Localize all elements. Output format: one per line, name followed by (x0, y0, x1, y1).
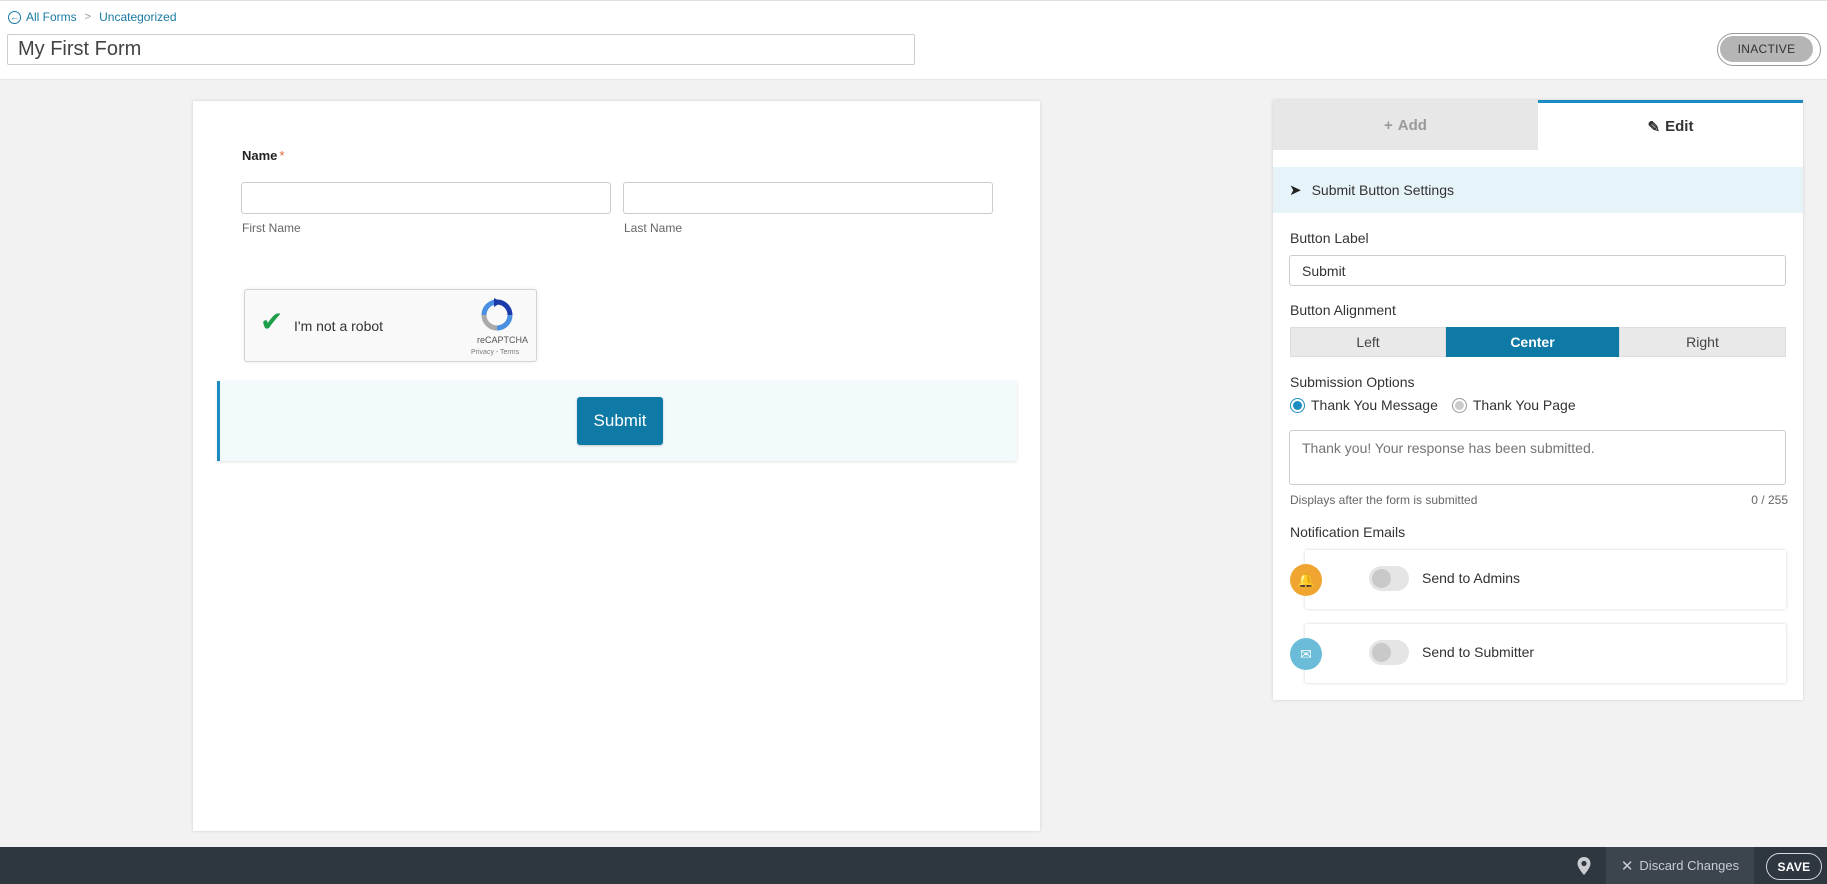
bell-icon: 🔔 (1290, 564, 1322, 596)
thank-you-message-textarea[interactable] (1289, 430, 1786, 485)
checkmark-icon[interactable]: ✔ (260, 308, 283, 336)
pencil-icon: ✎ (1647, 118, 1661, 136)
button-label-input[interactable] (1289, 255, 1786, 286)
tab-edit-label: Edit (1665, 118, 1694, 135)
form-canvas: Name * First Name Last Name ✔ I'm not a r… (193, 101, 1040, 831)
submission-options-title: Submission Options (1290, 374, 1415, 390)
header: ← All Forms > Uncategorized INACTIVE (0, 0, 1827, 80)
notify-submitter-label: Send to Submitter (1422, 644, 1535, 660)
save-button[interactable]: SAVE (1766, 853, 1822, 880)
envelope-icon: ✉ (1290, 638, 1322, 670)
align-right-button[interactable]: Right (1619, 327, 1786, 357)
notify-submitter-card: Send to Submitter (1305, 624, 1786, 683)
discard-changes-button[interactable]: ✕ Discard Changes (1606, 847, 1754, 884)
last-name-input[interactable] (623, 182, 993, 214)
recaptcha-brand: reCAPTCHA (477, 335, 529, 345)
recaptcha-logo-icon (481, 298, 513, 331)
align-left-button[interactable]: Left (1290, 327, 1446, 357)
button-alignment-title: Button Alignment (1290, 302, 1396, 318)
message-hint: Displays after the form is submitted (1290, 493, 1478, 507)
settings-panel: + Add ✎ Edit ➤ Submit Button Settings Bu… (1273, 100, 1803, 700)
status-toggle[interactable]: INACTIVE (1717, 33, 1821, 66)
radio-thank-you-message[interactable] (1290, 397, 1305, 413)
first-name-input[interactable] (241, 182, 611, 214)
submit-button-row[interactable]: Submit (217, 381, 1017, 461)
message-char-counter: 0 / 255 (1751, 493, 1788, 507)
close-icon: ✕ (1620, 857, 1634, 875)
notify-admins-toggle[interactable] (1369, 566, 1409, 591)
align-center-button[interactable]: Center (1446, 327, 1619, 357)
notify-admins-card: Send to Admins (1305, 550, 1786, 609)
submission-radio-group: Thank You Message Thank You Page (1290, 397, 1576, 413)
required-asterisk: * (279, 148, 285, 163)
radio-thank-you-page[interactable] (1451, 397, 1467, 413)
recaptcha-terms[interactable]: Privacy - Terms (471, 349, 519, 356)
last-name-label: Last Name (624, 221, 683, 235)
plus-icon: + (1384, 116, 1393, 134)
first-name-label: First Name (242, 221, 301, 235)
section-header: ➤ Submit Button Settings (1273, 167, 1803, 213)
submit-button[interactable]: Submit (577, 397, 663, 445)
tab-add-label: Add (1397, 116, 1427, 134)
paper-plane-icon: ➤ (1289, 182, 1302, 199)
radio-thank-you-page-label[interactable]: Thank You Page (1473, 397, 1576, 413)
name-field-label: Name * (242, 148, 284, 163)
breadcrumb: ← All Forms > Uncategorized (8, 10, 177, 24)
tab-add[interactable]: + Add (1273, 100, 1538, 150)
form-title-input[interactable] (7, 34, 915, 65)
breadcrumb-uncategorized[interactable]: Uncategorized (99, 10, 176, 24)
tab-edit[interactable]: ✎ Edit (1538, 100, 1803, 150)
breadcrumb-all-forms[interactable]: All Forms (26, 10, 77, 24)
name-label-text: Name (242, 148, 278, 163)
button-label-title: Button Label (1290, 230, 1369, 246)
alignment-segmented-control: Left Center Right (1290, 327, 1786, 357)
back-arrow-icon[interactable]: ← (8, 10, 21, 24)
panel-tabs: + Add ✎ Edit (1273, 100, 1803, 150)
recaptcha-text: I'm not a robot (294, 318, 384, 334)
breadcrumb-separator: > (84, 11, 92, 23)
recaptcha-widget: ✔ I'm not a robot reCAPTCHA Privacy - Te… (244, 289, 537, 362)
notify-submitter-toggle[interactable] (1369, 640, 1409, 665)
notify-admins-label: Send to Admins (1422, 570, 1521, 586)
section-title: Submit Button Settings (1311, 182, 1454, 198)
discard-changes-label: Discard Changes (1639, 858, 1740, 873)
notification-emails-title: Notification Emails (1290, 524, 1406, 540)
footer-bar: ✕ Discard Changes SAVE (0, 847, 1827, 884)
radio-thank-you-message-label[interactable]: Thank You Message (1311, 397, 1438, 413)
location-pin-icon[interactable] (1574, 856, 1594, 876)
status-label: INACTIVE (1720, 36, 1813, 62)
